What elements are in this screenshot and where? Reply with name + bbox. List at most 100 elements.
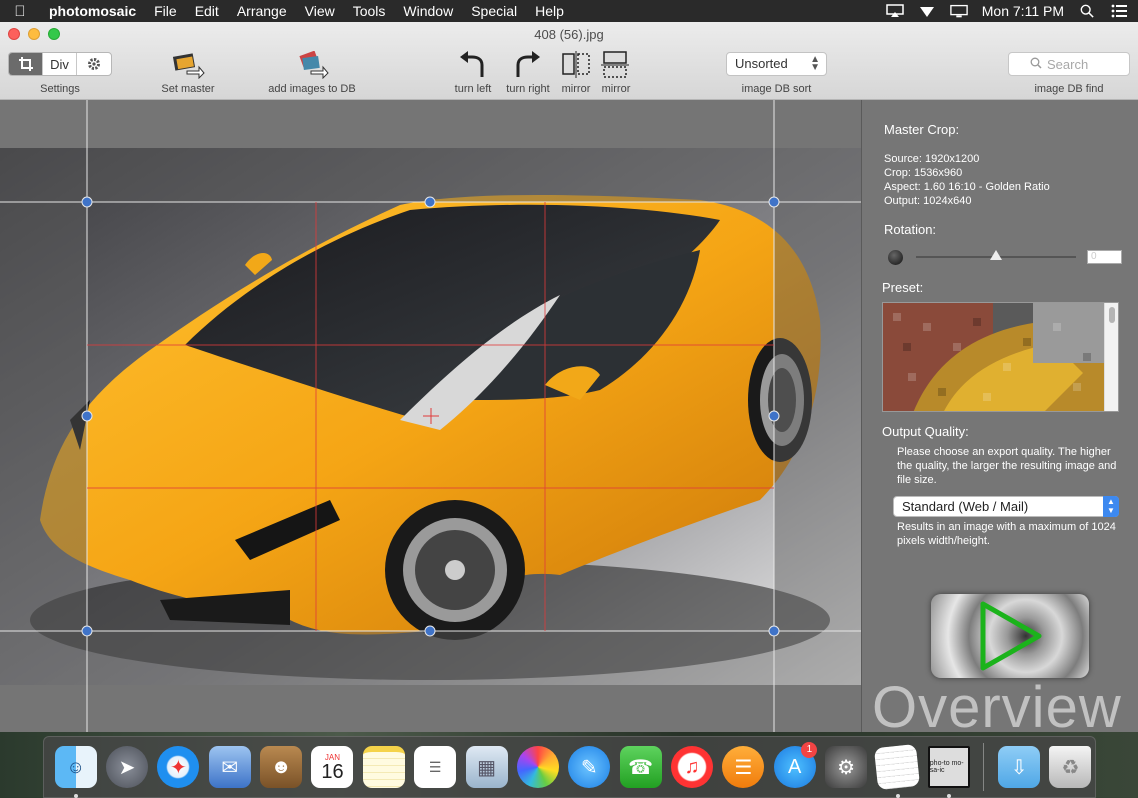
search-icon (1030, 57, 1042, 69)
output-quality-heading: Output Quality: (882, 424, 969, 439)
dock-reminders[interactable]: ☰ (411, 742, 460, 792)
photos-flower-icon (516, 746, 559, 788)
crop-handle-top-right[interactable] (768, 196, 780, 208)
apple-menu-icon[interactable]:  (0, 3, 40, 20)
rotation-value-field[interactable]: 0 (1087, 250, 1122, 264)
menu-edit[interactable]: Edit (186, 3, 228, 19)
downloads-folder-icon: ⇩ (998, 746, 1041, 788)
dock-downloads[interactable]: ⇩ (994, 742, 1043, 792)
display-icon[interactable] (949, 4, 968, 18)
crop-handle-left[interactable] (81, 410, 93, 422)
textedit-document-icon (874, 743, 921, 791)
search-placeholder: Search (1047, 57, 1089, 72)
photomosaic-icon-caption: pho-to mo-sa-ic (929, 760, 964, 774)
contacts-book-icon: ☻ (260, 746, 303, 788)
dock-trash[interactable]: ♻ (1046, 742, 1095, 792)
dock-mail[interactable]: ✉ (205, 742, 254, 792)
dock-app-store[interactable]: A 1 (770, 742, 819, 792)
quality-select-value: Standard (Web / Mail) (902, 499, 1029, 514)
rotation-slider-knob[interactable] (990, 250, 1002, 260)
mirror-horizontal-button[interactable] (560, 50, 592, 80)
dock-calendar[interactable]: JAN 16 (308, 742, 357, 792)
set-master-button[interactable] (168, 50, 208, 80)
menu-view[interactable]: View (296, 3, 344, 19)
div-mode-button[interactable]: Div (43, 53, 77, 75)
rotation-reset-button[interactable] (888, 250, 903, 265)
db-search-input[interactable]: Search (1008, 52, 1130, 76)
preset-scrollbar[interactable] (1104, 303, 1118, 411)
output-quality-select[interactable]: Standard (Web / Mail) ▲ ▼ (893, 496, 1119, 517)
menu-file[interactable]: File (145, 3, 186, 19)
spotlight-search-icon[interactable] (1078, 4, 1096, 18)
crop-icon (18, 57, 33, 71)
mail-stamp-icon: ✉ (208, 746, 251, 788)
messages-bubble-icon: ✎ (568, 746, 611, 788)
dock-notes[interactable] (359, 742, 408, 792)
mirror-vertical-icon (601, 51, 629, 78)
menu-help[interactable]: Help (526, 3, 573, 19)
turn-left-button[interactable] (456, 50, 490, 80)
dock-safari[interactable]: ✦ (154, 742, 203, 792)
turn-right-button[interactable] (510, 50, 544, 80)
wifi-status-icon[interactable] (918, 4, 936, 18)
settings-panel: Master Crop: Source: 1920x1200 Crop: 153… (861, 100, 1138, 740)
preset-heading: Preset: (882, 280, 924, 295)
safari-compass-icon: ✦ (157, 746, 200, 788)
crop-handle-bottom-right[interactable] (768, 625, 780, 637)
db-sort-popup[interactable]: Unsorted ▲ ▼ (726, 52, 827, 76)
mirror-vertical-label: mirror (601, 83, 631, 95)
dock-messages[interactable]: ✎ (565, 742, 614, 792)
dock-itunes[interactable]: ♫ (667, 742, 716, 792)
menu-arrange[interactable]: Arrange (228, 3, 296, 19)
dock-facetime[interactable]: ☎ (616, 742, 665, 792)
dock-textedit[interactable] (873, 742, 922, 798)
preset-mosaic-thumbnail[interactable] (883, 303, 1105, 412)
add-images-button[interactable] (292, 50, 332, 80)
launchpad-rocket-icon: ➤ (106, 746, 149, 788)
crop-handle-bottom[interactable] (424, 625, 436, 637)
mode-segmented-control: Div (8, 52, 112, 76)
mirror-vertical-button[interactable] (600, 50, 632, 80)
preview-photos-icon: ▦ (465, 746, 508, 788)
dock-photomosaic[interactable]: pho-to mo-sa-ic (924, 742, 973, 798)
preset-list[interactable] (882, 302, 1119, 412)
dock-photos[interactable] (513, 742, 562, 792)
crop-mode-button[interactable] (9, 53, 43, 75)
dock-system-preferences[interactable]: ⚙ (821, 742, 870, 792)
crop-handle-bottom-left[interactable] (81, 625, 93, 637)
menu-special[interactable]: Special (462, 3, 526, 19)
crop-handle-right[interactable] (768, 410, 780, 422)
dock-launchpad[interactable]: ➤ (102, 742, 151, 792)
notification-center-icon[interactable] (1110, 4, 1128, 18)
dock-separator (983, 743, 985, 791)
db-find-label: image DB find (1034, 83, 1104, 95)
menu-tools[interactable]: Tools (344, 3, 395, 19)
settings-gear-button[interactable] (77, 53, 111, 75)
add-images-label: add images to DB (268, 83, 356, 95)
chevron-updown-icon: ▲ ▼ (1103, 496, 1119, 517)
add-images-icon (299, 51, 329, 79)
menu-window[interactable]: Window (394, 3, 462, 19)
crop-size-text: Crop: 1536x960 (884, 167, 963, 179)
menubar-clock[interactable]: Mon 7:11 PM (982, 3, 1064, 19)
dock-finder[interactable]: ☺ (51, 742, 100, 798)
dock-contacts[interactable]: ☻ (256, 742, 305, 792)
crop-canvas[interactable] (0, 100, 861, 732)
calendar-day: 16 (321, 760, 344, 783)
set-master-icon (172, 53, 205, 79)
airplay-icon[interactable] (886, 4, 904, 18)
mirror-horizontal-label: mirror (561, 83, 591, 95)
crop-handle-top-left[interactable] (81, 196, 93, 208)
dock-ibooks[interactable]: ☰ (719, 742, 768, 792)
dock-preview[interactable]: ▦ (462, 742, 511, 792)
rotate-right-icon (516, 51, 540, 77)
crop-source-text: Source: 1920x1200 (884, 153, 980, 165)
overview-label: Overview (872, 675, 1122, 740)
db-sort-label: image DB sort (741, 83, 812, 95)
window-title: 408 (56).jpg (534, 27, 604, 42)
mirror-horizontal-icon (562, 51, 590, 78)
play-icon (980, 601, 1042, 671)
menu-app-name[interactable]: photomosaic (40, 3, 145, 19)
crop-handle-top[interactable] (424, 196, 436, 208)
start-render-button[interactable] (931, 594, 1089, 678)
